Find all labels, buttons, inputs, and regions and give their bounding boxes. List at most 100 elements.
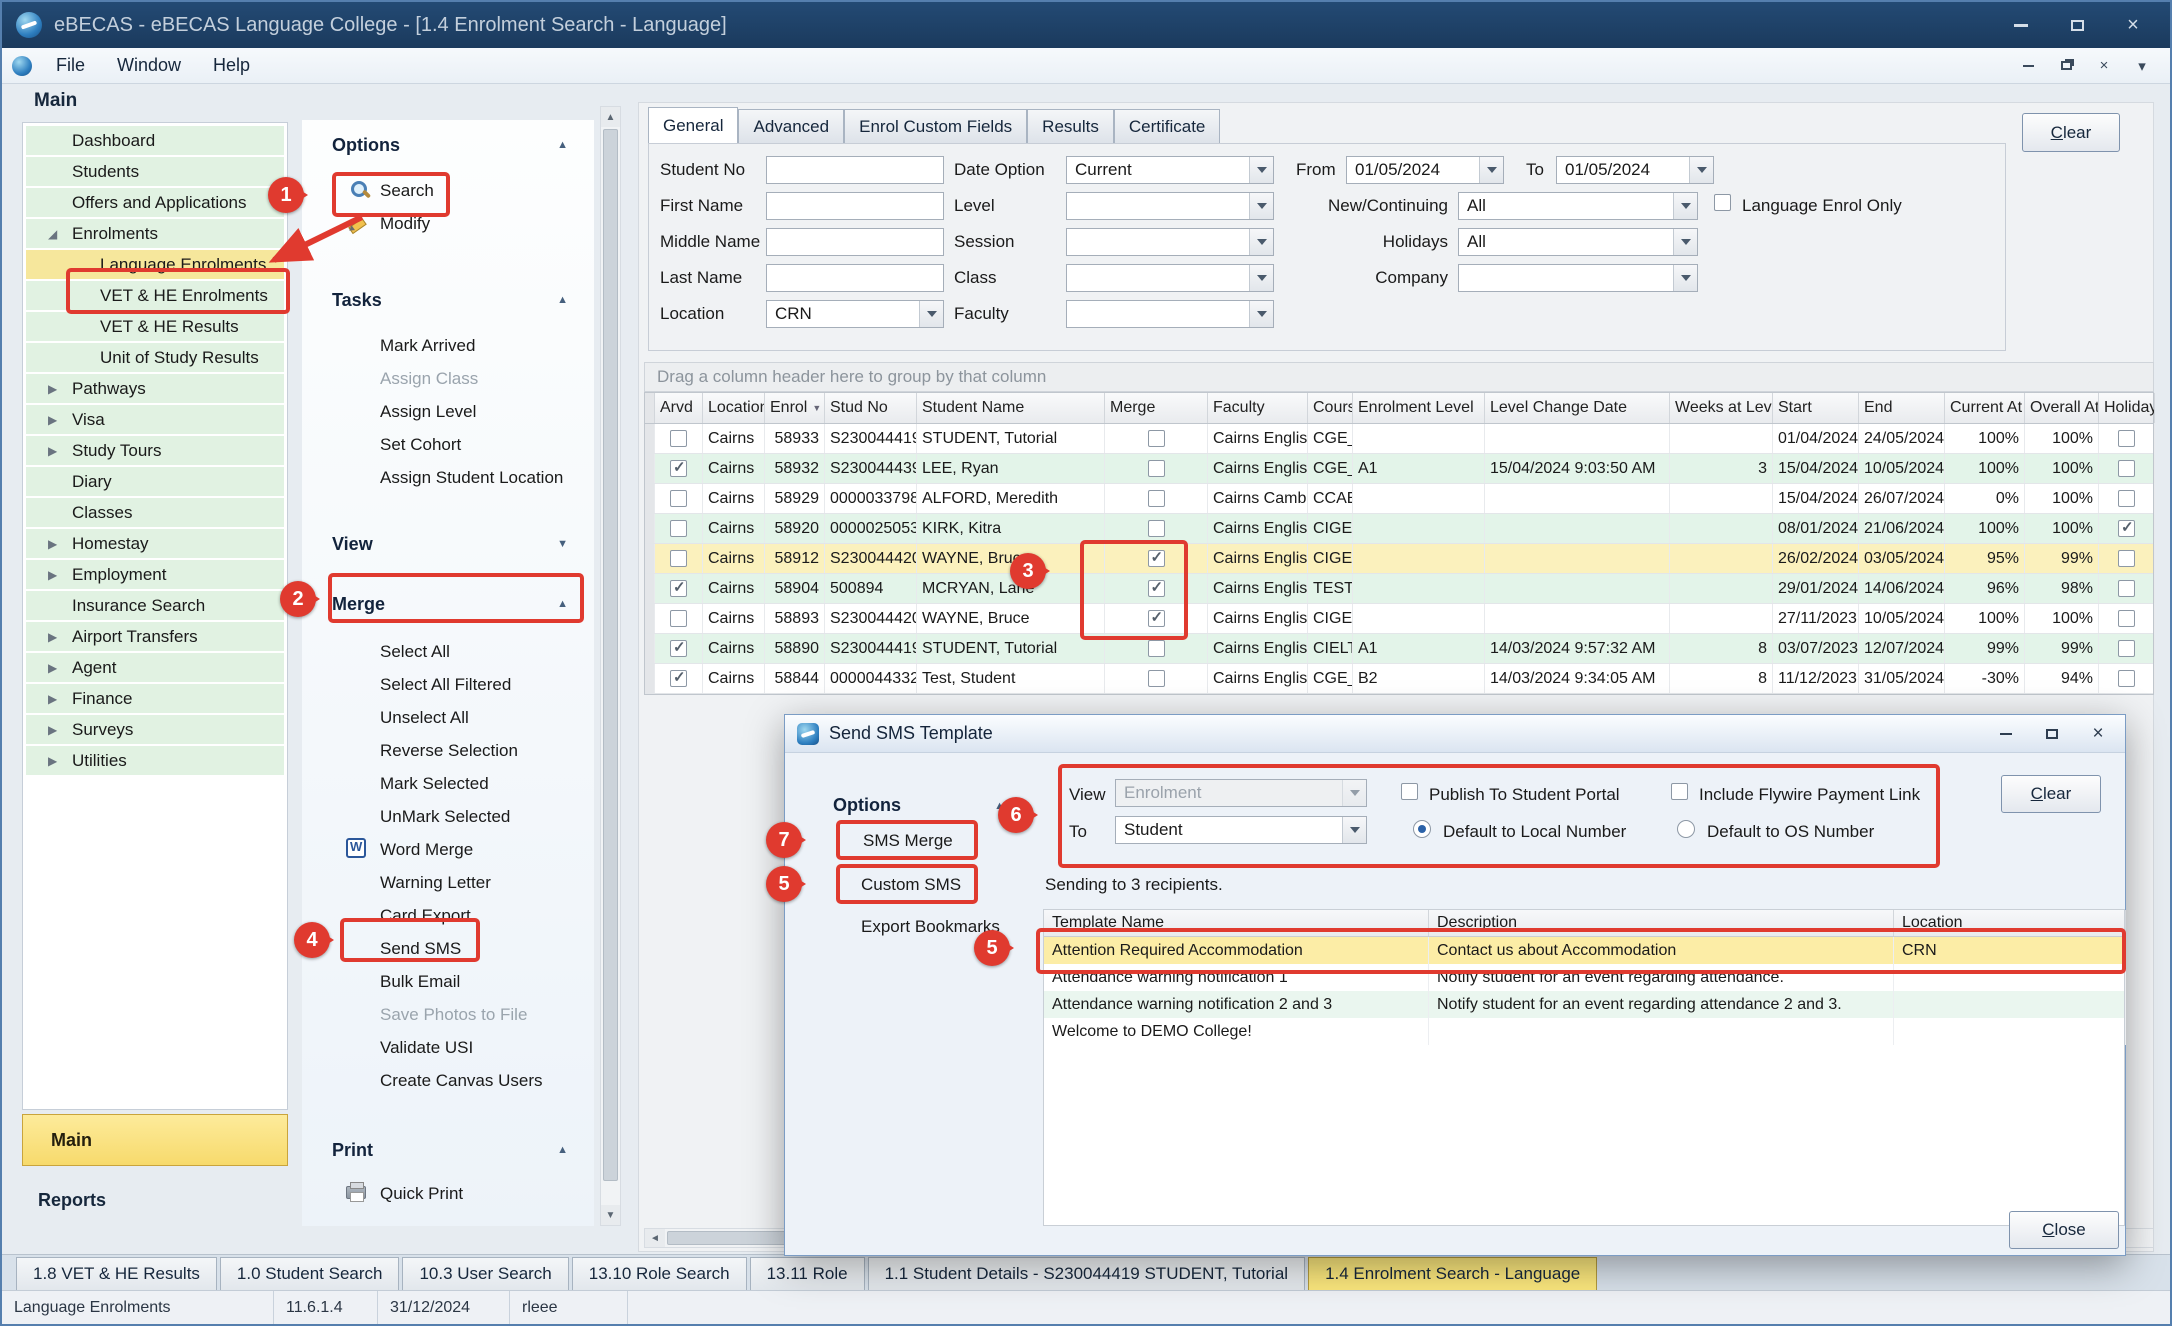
search-tab[interactable]: Certificate <box>1114 109 1221 144</box>
location-select[interactable]: CRN <box>766 300 944 328</box>
scrollbar-thumb[interactable] <box>603 129 618 1181</box>
grid-column-header[interactable]: Arvd <box>655 393 703 423</box>
first-name-input[interactable] <box>766 192 944 220</box>
holidays-select[interactable]: All <box>1458 228 1698 256</box>
sidebar-tree-item[interactable]: Homestay <box>26 529 284 558</box>
merge-checkbox[interactable] <box>1148 640 1165 657</box>
arrived-checkbox[interactable] <box>670 610 687 627</box>
window-tab[interactable]: 1.0 Student Search <box>220 1257 400 1290</box>
expand-arrow-icon[interactable] <box>48 312 64 341</box>
tasks-section-header[interactable]: Tasks <box>302 285 594 315</box>
menu-item[interactable]: Help <box>197 51 266 80</box>
arrived-checkbox[interactable] <box>670 430 687 447</box>
template-row[interactable]: Attendance warning notification 2 and 3 … <box>1044 991 2124 1018</box>
language-enrol-only-checkbox[interactable] <box>1714 194 1731 211</box>
arrived-checkbox[interactable] <box>670 550 687 567</box>
search-tab[interactable]: Results <box>1027 109 1114 144</box>
expand-arrow-icon[interactable] <box>48 250 64 279</box>
grid-row[interactable]: Cairns 58932 S230044439 LEE, Ryan Cairns… <box>645 454 2153 484</box>
merge-checkbox[interactable] <box>1148 460 1165 477</box>
merge-checkbox[interactable] <box>1148 670 1165 687</box>
grid-column-header[interactable]: Enrol <box>765 393 825 423</box>
window-tab[interactable]: 1.1 Student Details - S230044419 STUDENT… <box>868 1257 1306 1290</box>
expand-arrow-icon[interactable] <box>48 467 64 496</box>
grid-column-header[interactable]: Start <box>1773 393 1859 423</box>
task-item[interactable]: Search <box>302 174 594 207</box>
sidebar-tree-item[interactable]: Unit of Study Results <box>26 343 284 372</box>
grid-column-header[interactable]: Enrolment Level <box>1353 393 1485 423</box>
expand-arrow-icon[interactable] <box>48 219 64 248</box>
print-section-header[interactable]: Print <box>302 1135 594 1165</box>
sidebar-tree-item[interactable]: Pathways <box>26 374 284 403</box>
dialog-title-bar[interactable]: Send SMS Template × <box>785 715 2125 753</box>
session-select[interactable] <box>1066 228 1274 256</box>
new-continuing-select[interactable]: All <box>1458 192 1698 220</box>
task-item[interactable]: Create Canvas Users <box>302 1064 594 1097</box>
task-item[interactable]: Select All Filtered <box>302 668 594 701</box>
flywire-link-checkbox[interactable] <box>1671 783 1688 800</box>
arrived-checkbox[interactable] <box>670 670 687 687</box>
task-item[interactable]: Warning Letter <box>302 866 594 899</box>
grid-column-header[interactable]: Weeks at Level <box>1670 393 1773 423</box>
template-column-header[interactable]: Description <box>1429 910 1894 936</box>
expand-arrow-icon[interactable] <box>48 715 64 744</box>
expand-arrow-icon[interactable] <box>48 126 64 155</box>
chevron-down-icon[interactable] <box>1673 229 1697 255</box>
sidebar-tree-item[interactable]: Finance <box>26 684 284 713</box>
grid-column-header[interactable]: Merge <box>1105 393 1208 423</box>
holiday-checkbox[interactable] <box>2118 550 2135 567</box>
dialog-options-section-header[interactable]: Options <box>833 795 1005 816</box>
grid-column-header[interactable]: Faculty <box>1208 393 1308 423</box>
holiday-checkbox[interactable] <box>2118 610 2135 627</box>
expand-arrow-icon[interactable] <box>48 157 64 186</box>
view-select[interactable]: Enrolment <box>1115 779 1367 807</box>
template-row[interactable]: Attendance warning notification 1 Notify… <box>1044 964 2124 991</box>
task-item[interactable]: Quick Print <box>302 1177 594 1210</box>
task-item[interactable]: Select All <box>302 635 594 668</box>
arrived-checkbox[interactable] <box>670 580 687 597</box>
task-item[interactable]: Assign Student Location <box>302 461 594 494</box>
chevron-down-icon[interactable] <box>1479 157 1503 183</box>
sidebar-tree-item[interactable]: Airport Transfers <box>26 622 284 651</box>
merge-checkbox[interactable] <box>1148 610 1165 627</box>
mdi-restore-button[interactable] <box>2054 56 2078 76</box>
window-tab[interactable]: 13.11 Role <box>750 1257 865 1290</box>
grid-column-header[interactable]: Course <box>1308 393 1353 423</box>
menu-item[interactable]: File <box>40 51 101 80</box>
merge-checkbox[interactable] <box>1148 580 1165 597</box>
merge-checkbox[interactable] <box>1148 550 1165 567</box>
task-item[interactable]: Validate USI <box>302 1031 594 1064</box>
view-section-header[interactable]: View <box>302 529 594 559</box>
sidebar-tree-item[interactable]: VET & HE Results <box>26 312 284 341</box>
expand-arrow-icon[interactable] <box>48 405 64 434</box>
date-option-select[interactable]: Current <box>1066 156 1274 184</box>
grid-column-header[interactable]: End <box>1859 393 1945 423</box>
merge-checkbox[interactable] <box>1148 490 1165 507</box>
grid-group-by-bar[interactable]: Drag a column header here to group by th… <box>644 362 2154 392</box>
task-item[interactable]: Assign Level <box>302 395 594 428</box>
task-item[interactable]: Mark Arrived <box>302 329 594 362</box>
options-section-header[interactable]: Options <box>302 130 594 160</box>
chevron-down-icon[interactable] <box>1249 229 1273 255</box>
expand-arrow-icon[interactable] <box>48 436 64 465</box>
expand-arrow-icon[interactable] <box>48 591 64 620</box>
nav-group-reports-button[interactable]: Reports <box>38 1190 106 1211</box>
holiday-checkbox[interactable] <box>2118 580 2135 597</box>
dialog-maximize-button[interactable] <box>2037 722 2067 746</box>
sidebar-tree-item[interactable]: Enrolments <box>26 219 284 248</box>
last-name-input[interactable] <box>766 264 944 292</box>
expand-arrow-icon[interactable] <box>48 281 64 310</box>
task-item[interactable]: Card Export <box>302 899 594 932</box>
minimize-button[interactable] <box>1998 10 2044 40</box>
window-tab[interactable]: 1.4 Enrolment Search - Language <box>1308 1257 1597 1290</box>
company-select[interactable] <box>1458 264 1698 292</box>
search-tab[interactable]: Advanced <box>738 109 844 144</box>
task-item[interactable]: Assign Class <box>302 362 594 395</box>
sidebar-tree-item[interactable]: Language Enrolments <box>26 250 284 279</box>
sidebar-tree-item[interactable]: Students <box>26 157 284 186</box>
clear-button[interactable]: Clear <box>2022 113 2120 152</box>
holiday-checkbox[interactable] <box>2118 670 2135 687</box>
task-item[interactable]: Send SMS <box>302 932 594 965</box>
holiday-checkbox[interactable] <box>2118 640 2135 657</box>
expand-arrow-icon[interactable] <box>48 560 64 589</box>
